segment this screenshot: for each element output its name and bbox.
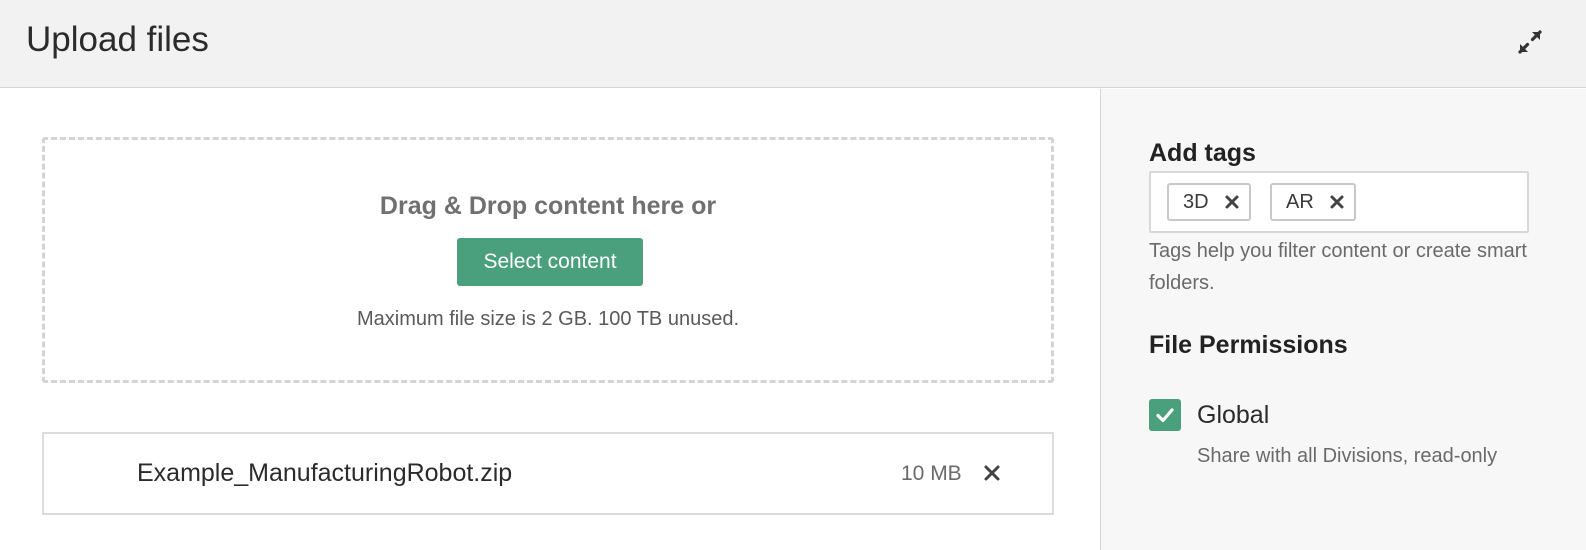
tag-label: 3D — [1183, 190, 1209, 213]
expand-button[interactable] — [1510, 22, 1550, 62]
close-icon — [1330, 195, 1344, 209]
drop-zone[interactable]: Drag & Drop content here or Select conte… — [42, 137, 1054, 383]
tags-input[interactable]: 3D AR — [1149, 171, 1529, 233]
close-icon — [984, 465, 1000, 481]
tag-chip: AR — [1270, 183, 1356, 221]
global-permission-description: Share with all Divisions, read-only — [1197, 445, 1498, 467]
remove-file-button[interactable] — [980, 461, 1004, 485]
permissions-heading: File Permissions — [1149, 331, 1348, 359]
remove-tag-button[interactable] — [1223, 193, 1241, 211]
global-permission-label[interactable]: Global — [1197, 401, 1269, 430]
tags-heading: Add tags — [1149, 139, 1256, 167]
tag-chip: 3D — [1167, 183, 1251, 221]
drop-instruction: Drag & Drop content here or — [379, 192, 717, 220]
dialog-header: Upload files — [0, 0, 1586, 88]
expand-icon — [1518, 30, 1542, 54]
file-size-note: Maximum file size is 2 GB. 100 TB unused… — [356, 308, 739, 330]
settings-sidebar: Add tags 3D AR Tags help you filter cont… — [1100, 89, 1586, 550]
close-icon — [1225, 195, 1239, 209]
file-list-item: Example_ManufacturingRobot.zip 10 MB — [42, 432, 1054, 515]
checkmark-icon — [1156, 408, 1174, 423]
file-size: 10 MB — [901, 462, 962, 485]
tag-label: AR — [1286, 190, 1314, 213]
file-name: Example_ManufacturingRobot.zip — [137, 459, 513, 487]
upload-main-panel: Drag & Drop content here or Select conte… — [0, 89, 1100, 550]
dialog-title: Upload files — [26, 20, 209, 59]
select-content-button[interactable]: Select content — [457, 238, 643, 286]
tags-help-text: Tags help you filter content or create s… — [1149, 240, 1527, 294]
remove-tag-button[interactable] — [1328, 193, 1346, 211]
global-permission-checkbox[interactable] — [1149, 399, 1181, 431]
